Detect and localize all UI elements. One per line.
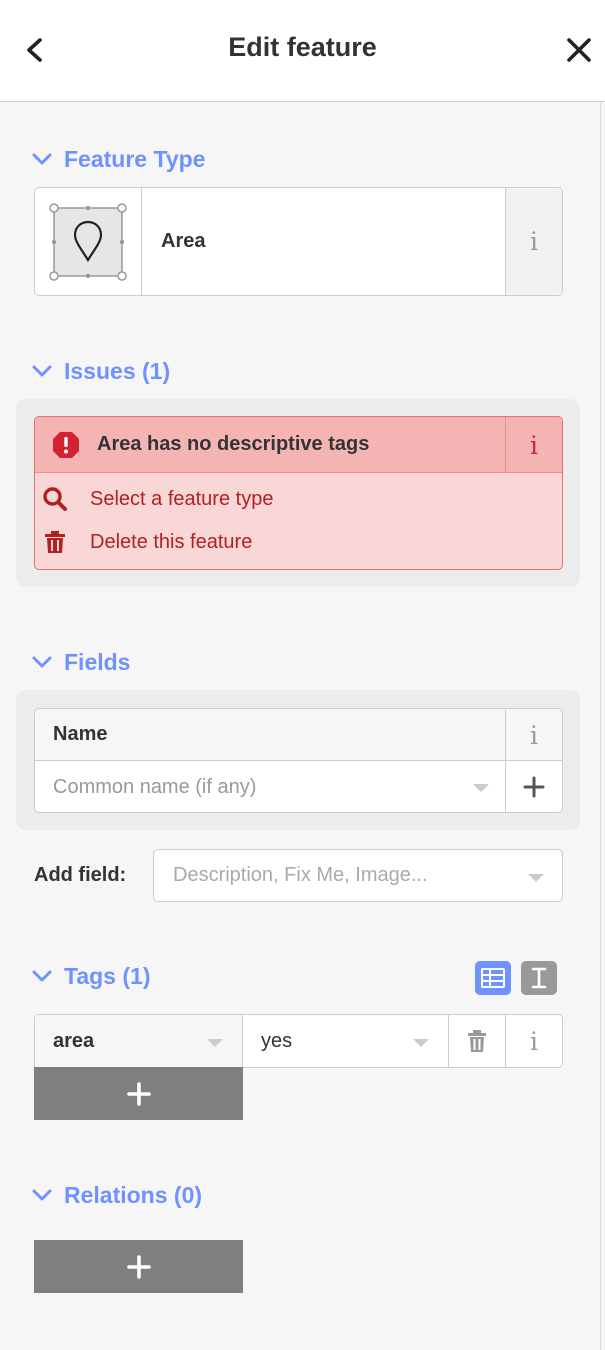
fix-label: Select a feature type	[90, 487, 274, 510]
info-icon: i	[530, 1026, 538, 1056]
name-field: Name i Common name (if any)	[34, 708, 563, 813]
tag-key: area	[53, 1029, 95, 1052]
header: Edit feature	[0, 0, 605, 102]
caret-down-icon[interactable]	[472, 783, 490, 793]
chevron-down-icon	[32, 970, 52, 982]
caret-down-icon[interactable]	[206, 1038, 224, 1048]
tag-value-input[interactable]: yes	[243, 1015, 449, 1067]
list-view-toggle[interactable]	[475, 961, 511, 995]
tag-value: yes	[261, 1029, 293, 1052]
add-relation-button[interactable]	[34, 1240, 243, 1293]
info-icon: i	[530, 227, 538, 256]
delete-tag-button[interactable]	[449, 1015, 506, 1067]
list-view-icon	[481, 968, 505, 988]
chevron-down-icon	[32, 153, 52, 165]
section-title-fields: Fields	[64, 648, 131, 675]
issue-header[interactable]: Area has no descriptive tags i	[35, 417, 562, 473]
name-input[interactable]: Common name (if any)	[35, 761, 562, 812]
trash-icon	[45, 531, 65, 553]
chevron-down-icon	[32, 1189, 52, 1201]
feature-type-icon-cell[interactable]	[35, 188, 142, 295]
page-title: Edit feature	[228, 32, 377, 62]
info-icon: i	[530, 430, 538, 460]
feature-type-label[interactable]: Area	[142, 188, 505, 295]
section-title-tags: Tags (1)	[64, 962, 151, 989]
feature-type-selector[interactable]: Area i	[34, 187, 563, 296]
add-localized-name-button[interactable]	[505, 761, 562, 812]
tag-row: area yes i	[34, 1014, 563, 1068]
feature-type-info-button[interactable]: i	[505, 188, 562, 295]
fix-select-feature-type[interactable]: Select a feature type	[42, 486, 273, 512]
section-toggle-issues[interactable]: Issues (1)	[32, 356, 170, 386]
tag-key-input[interactable]: area	[35, 1015, 243, 1067]
tag-info-button[interactable]: i	[506, 1015, 562, 1067]
search-icon	[43, 487, 67, 511]
fix-delete-feature[interactable]: Delete this feature	[42, 529, 252, 555]
text-view-icon	[531, 967, 547, 989]
add-tag-button[interactable]	[34, 1067, 243, 1120]
issue-info-button[interactable]: i	[505, 417, 562, 473]
chevron-down-icon	[32, 365, 52, 377]
fix-label: Delete this feature	[90, 530, 253, 553]
section-toggle-tags[interactable]: Tags (1)	[32, 961, 150, 991]
section-title-relations: Relations (0)	[64, 1181, 203, 1208]
caret-down-icon[interactable]	[527, 873, 545, 883]
plus-icon	[126, 1254, 151, 1279]
info-icon: i	[530, 720, 538, 750]
area-pin-icon	[49, 202, 127, 281]
error-icon	[53, 431, 79, 458]
section-toggle-fields[interactable]: Fields	[32, 647, 130, 677]
section-title-feature-type: Feature Type	[64, 145, 206, 172]
section-toggle-relations[interactable]: Relations (0)	[32, 1180, 202, 1210]
trash-icon	[468, 1030, 486, 1052]
plus-icon	[523, 776, 545, 798]
text-view-toggle[interactable]	[521, 961, 557, 995]
scrollbar-track[interactable]	[600, 102, 605, 1350]
issue-message: Area has no descriptive tags	[97, 433, 370, 455]
name-field-info-button[interactable]: i	[505, 709, 562, 761]
close-icon	[567, 38, 591, 62]
name-field-label: Name	[53, 723, 108, 745]
add-field-label: Add field:	[34, 864, 127, 886]
section-toggle-feature-type[interactable]: Feature Type	[32, 144, 205, 174]
name-input-placeholder: Common name (if any)	[53, 775, 257, 798]
plus-icon	[126, 1081, 151, 1106]
add-field-placeholder: Description, Fix Me, Image...	[173, 864, 428, 886]
name-field-header: Name i	[35, 709, 562, 761]
section-title-issues: Issues (1)	[64, 357, 171, 384]
add-field-combobox[interactable]: Description, Fix Me, Image...	[153, 849, 563, 902]
caret-down-icon[interactable]	[412, 1038, 430, 1048]
chevron-down-icon	[32, 656, 52, 668]
close-button[interactable]	[559, 30, 599, 70]
